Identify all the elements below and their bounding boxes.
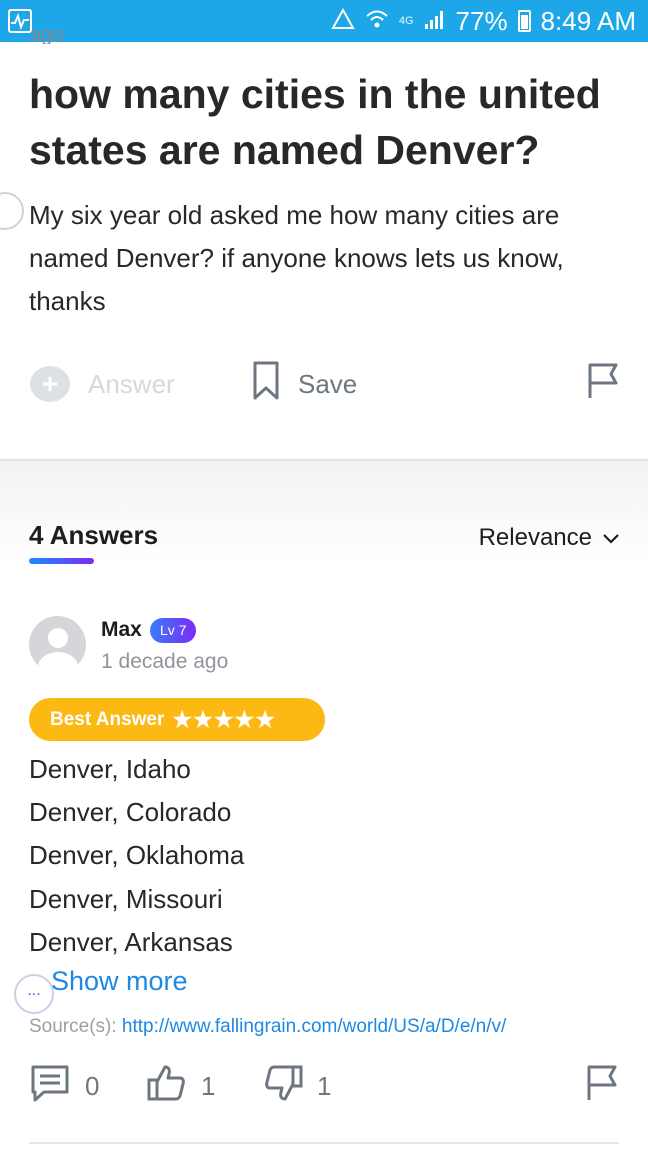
flag-question-button[interactable] <box>586 360 620 408</box>
downvote-button[interactable]: 1 <box>263 1062 331 1110</box>
sort-dropdown[interactable]: Relevance <box>479 524 620 552</box>
upvote-count: 1 <box>201 1070 216 1101</box>
answer-author[interactable]: Max <box>101 618 142 642</box>
question-body: My six year old asked me how many cities… <box>29 200 564 316</box>
bookmark-icon <box>252 361 280 408</box>
answers-count: 4 Answers <box>29 520 159 550</box>
answer-line: Denver, Colorado <box>29 797 232 828</box>
answer-divider <box>29 1142 619 1144</box>
thumbs-up-icon <box>147 1063 187 1110</box>
scroll-handle[interactable] <box>0 192 24 230</box>
show-more-link[interactable]: Show more <box>51 966 188 997</box>
chevron-down-icon <box>602 524 620 552</box>
answers-tab-underline <box>29 558 94 564</box>
avatar[interactable] <box>29 616 86 673</box>
answer-bubble-icon: + <box>30 366 70 402</box>
answer-timestamp: 1 decade ago <box>101 650 229 673</box>
answer-label: Answer <box>88 368 175 399</box>
more-indicator: ... <box>14 974 54 1014</box>
clock: 8:49 AM <box>540 5 636 36</box>
answer-button[interactable]: + Answer <box>30 360 175 408</box>
truncated-meta-text: ago <box>30 30 64 44</box>
comment-button[interactable]: 0 <box>29 1062 99 1110</box>
answer-line: Denver, Idaho <box>29 754 191 784</box>
answer-actions: 0 1 1 <box>29 1062 619 1110</box>
best-answer-badge: Best Answer ★★★★★ <box>29 698 325 741</box>
network-label: 4G <box>398 15 414 27</box>
battery-percent: 77% <box>455 5 508 36</box>
recycle-icon <box>331 6 355 37</box>
flag-icon <box>586 362 620 407</box>
sort-label: Relevance <box>478 524 592 551</box>
answer-body: Denver, Idaho Denver, Colorado Denver, O… <box>29 748 619 964</box>
question-actions: + Answer Save <box>30 360 620 408</box>
thumbs-down-icon <box>263 1063 303 1110</box>
battery-icon <box>517 10 531 32</box>
answer-source: Source(s): http://www.fallingrain.com/wo… <box>29 1016 506 1038</box>
status-bar: 4G 77% 8:49 AM <box>0 0 648 42</box>
signal-icon <box>424 6 446 37</box>
downvote-count: 1 <box>317 1070 332 1101</box>
flag-icon <box>585 1064 619 1109</box>
comment-count: 0 <box>85 1070 100 1101</box>
upvote-button[interactable]: 1 <box>147 1062 215 1110</box>
save-label: Save <box>298 368 358 399</box>
flag-answer-button[interactable] <box>585 1062 619 1110</box>
best-answer-label: Best Answer <box>50 708 165 730</box>
comment-icon <box>29 1063 71 1110</box>
activity-icon <box>8 9 32 33</box>
answer-line: Denver, Missouri <box>29 883 223 914</box>
question-title: how many cities in the united states are… <box>29 71 601 173</box>
answer-line: Denver, Oklahoma <box>29 840 245 871</box>
star-rating: ★★★★★ <box>172 706 277 732</box>
level-badge: Lv 7 <box>150 618 197 643</box>
save-button[interactable]: Save <box>252 360 357 408</box>
wifi-icon <box>365 6 389 37</box>
source-link[interactable]: http://www.fallingrain.com/world/US/a/D/… <box>122 1016 506 1037</box>
source-label: Source(s): <box>29 1016 117 1037</box>
answer-line: Denver, Arkansas <box>29 926 233 957</box>
